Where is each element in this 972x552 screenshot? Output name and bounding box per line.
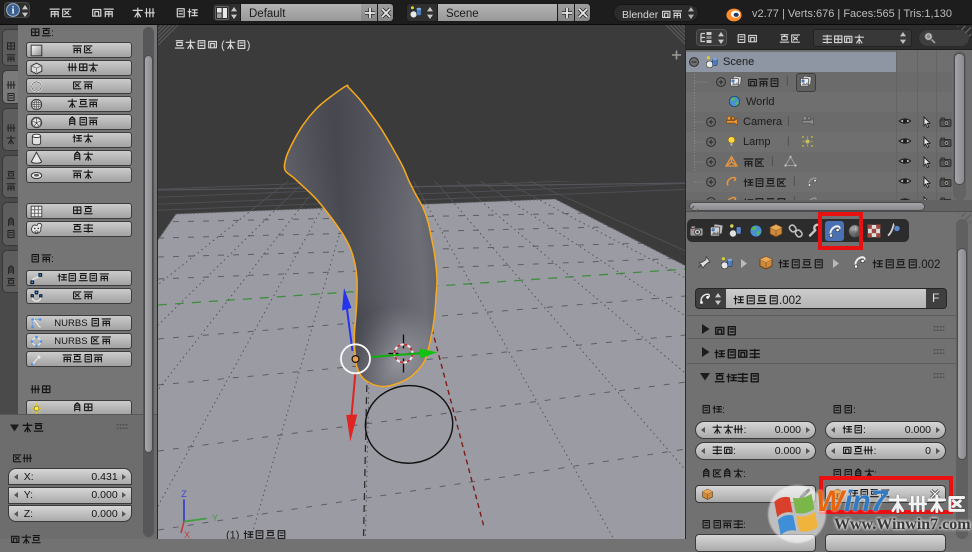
svg-text:Z: Z [181,489,187,499]
svg-text:i: i [11,5,14,16]
svg-text:Y: Y [212,513,218,523]
svg-text:X: X [184,530,190,539]
